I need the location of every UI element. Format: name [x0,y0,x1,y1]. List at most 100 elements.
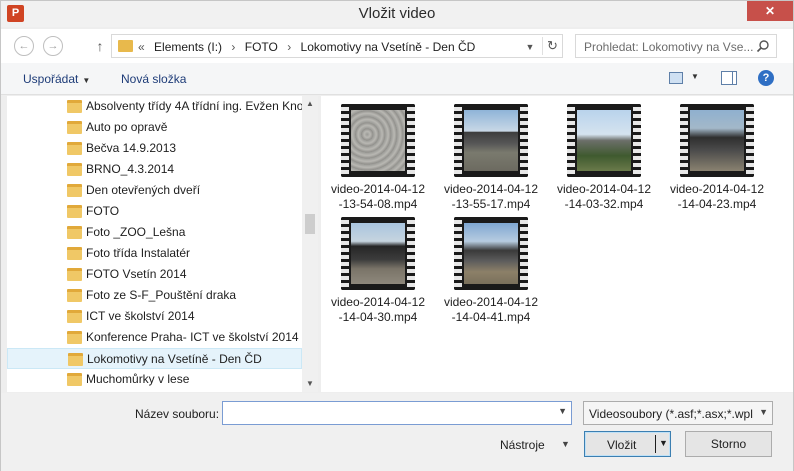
change-view-icon[interactable] [669,72,683,84]
folder-icon [67,163,82,176]
chevron-down-icon[interactable]: ▼ [558,406,567,416]
file-name-line: video-2014-04-12 [443,295,539,309]
tree-item[interactable]: ICT ve školství 2014 [7,306,302,327]
folder-icon [68,353,83,366]
help-icon[interactable]: ? [758,70,774,86]
folder-icon [67,205,82,218]
chevron-down-icon[interactable]: ▼ [659,438,668,448]
tree-item[interactable]: Foto třída Instalatér [7,243,302,264]
tree-item[interactable]: Auto po opravě [7,117,302,138]
file-type-value: Videosoubory (*.asf;*.asx;*.wpl; [589,407,754,421]
chevron-down-icon[interactable]: ▼ [691,72,699,81]
scroll-down-icon[interactable]: ▼ [302,378,318,390]
tree-item-label: Konference Praha- ICT ve školství 2014 [86,330,299,344]
tree-item[interactable]: BRNO_4.3.2014 [7,159,302,180]
video-frame [690,110,744,171]
breadcrumb-overflow[interactable]: « [138,40,145,54]
chevron-down-icon[interactable]: ▼ [561,439,570,449]
tree-item[interactable]: Foto _ZOO_Lešna [7,222,302,243]
film-strip-icon [680,104,688,177]
back-button[interactable]: ← [14,36,34,56]
filename-label: Název souboru: [135,407,220,421]
film-strip-icon [454,104,462,177]
video-thumbnail [454,104,528,177]
file-name-line: video-2014-04-12 [669,182,765,196]
search-icon[interactable] [756,39,770,53]
file-name-line: video-2014-04-12 [330,182,426,196]
tree-item[interactable]: Konference Praha- ICT ve školství 2014 [7,327,302,348]
address-bar[interactable]: « Elements (I:) › FOTO › Lokomotivy na V… [111,34,563,58]
navigation-bar: ← → ↑ « Elements (I:) › FOTO › Lokomotiv… [1,29,793,63]
tree-item-label: Absolventy třídy 4A třídní ing. Evžen Kn… [86,99,309,113]
folder-icon [67,247,82,260]
tree-scrollbar[interactable]: ▲ ▼ [302,96,318,392]
search-box[interactable]: Prohledat: Lokomotivy na Vse... [575,34,777,58]
tree-item-label: Lokomotivy na Vsetíně - Den ČD [87,352,262,366]
file-item[interactable]: video-2014-04-12 -13-55-17.mp4 [436,96,546,211]
file-item[interactable]: video-2014-04-12 -14-04-41.mp4 [436,209,546,324]
tree-item-label: ICT ve školství 2014 [86,309,195,323]
file-type-select[interactable]: Videosoubory (*.asf;*.asx;*.wpl; ▼ [583,401,773,425]
video-thumbnail [341,104,415,177]
file-list: video-2014-04-12 -13-54-08.mp4 video-2014-… [321,96,793,392]
folder-icon [67,289,82,302]
tree-item[interactable]: Bečva 14.9.2013 [7,138,302,159]
breadcrumb: « Elements (I:) › FOTO › Lokomotivy na V… [138,40,481,54]
video-frame [464,110,518,171]
folder-icon [67,184,82,197]
breadcrumb-separator[interactable]: › [287,40,291,54]
cancel-button[interactable]: Storno [685,431,772,457]
file-name-line: -14-04-23.mp4 [677,197,757,211]
file-name: video-2014-04-12 -14-04-23.mp4 [662,182,772,212]
breadcrumb-segment[interactable]: FOTO [245,40,278,54]
folder-icon [67,331,82,344]
tree-item[interactable]: FOTO [7,201,302,222]
breadcrumb-separator[interactable]: › [231,40,235,54]
preview-pane-icon[interactable] [721,71,737,85]
tree-item[interactable]: Muchomůrky v lese [7,369,302,390]
chevron-down-icon[interactable]: ▼ [522,39,538,55]
file-name-line: video-2014-04-12 [556,182,652,196]
tree-item[interactable]: Foto ze S-F_Pouštění draka [7,285,302,306]
breadcrumb-segment[interactable]: Lokomotivy na Vsetíně - Den ČD [301,40,476,54]
file-name-line: video-2014-04-12 [443,182,539,196]
up-folder-button[interactable]: ↑ [93,37,107,55]
tools-button[interactable]: Nástroje [500,438,545,452]
file-item[interactable]: video-2014-04-12 -14-03-32.mp4 [549,96,659,211]
scrollbar-thumb[interactable] [305,214,315,234]
new-folder-button[interactable]: Nová složka [121,72,186,86]
video-thumbnail [454,217,528,290]
file-name-line: video-2014-04-12 [330,295,426,309]
file-item[interactable]: video-2014-04-12 -14-04-30.mp4 [323,209,433,324]
file-item[interactable]: video-2014-04-12 -13-54-08.mp4 [323,96,433,211]
refresh-button[interactable]: ↻ [542,37,562,55]
file-name-line: -14-03-32.mp4 [564,197,644,211]
split-divider [655,435,656,453]
video-frame [351,110,405,171]
organize-button[interactable]: Uspořádat ▼ [23,72,90,86]
video-frame [464,223,518,284]
breadcrumb-segment[interactable]: Elements (I:) [154,40,222,54]
organize-label: Uspořádat [23,72,79,86]
forward-button[interactable]: → [43,36,63,56]
file-item[interactable]: video-2014-04-12 -14-04-23.mp4 [662,96,772,211]
file-name: video-2014-04-12 -14-04-41.mp4 [436,295,546,325]
video-thumbnail [680,104,754,177]
folder-icon [67,100,82,113]
insert-button[interactable]: Vložit ▼ [584,431,671,457]
file-name-line: -14-04-41.mp4 [451,310,531,324]
close-button[interactable]: ✕ [747,1,793,21]
film-strip-icon [341,217,349,290]
scroll-up-icon[interactable]: ▲ [302,98,318,110]
film-strip-icon [407,104,415,177]
tree-item[interactable]: Lokomotivy na Vsetíně - Den ČD [7,348,302,369]
chevron-down-icon[interactable]: ▼ [759,407,768,417]
tree-item-label: Muchomůrky v lese [86,372,190,386]
tree-item[interactable]: FOTO Vsetín 2014 [7,264,302,285]
filename-input[interactable]: ▼ [222,401,572,425]
search-input[interactable]: Prohledat: Lokomotivy na Vse... [584,40,753,54]
tree-item[interactable]: Absolventy třídy 4A třídní ing. Evžen Kn… [7,96,309,117]
folder-icon [118,40,133,52]
tree-item[interactable]: Den otevřených dveří [7,180,302,201]
file-name-line: -14-04-30.mp4 [338,310,418,324]
